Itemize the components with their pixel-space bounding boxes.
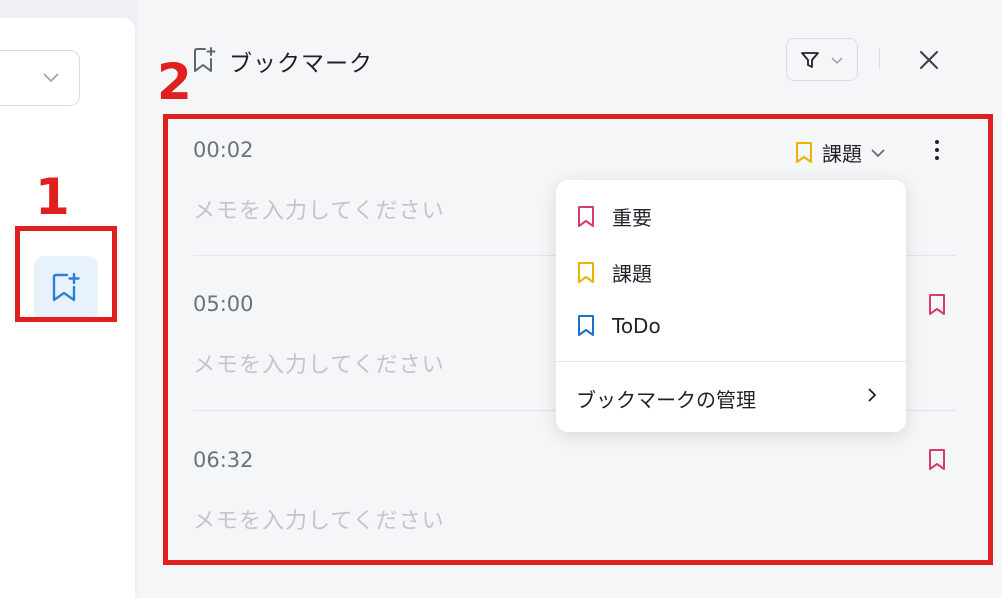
close-icon [920, 51, 938, 69]
annotation-box-2 [163, 114, 993, 565]
annotation-number-1: 1 [35, 168, 70, 226]
left-dropdown[interactable] [0, 50, 80, 106]
filter-button[interactable] [786, 38, 858, 81]
divider [879, 48, 880, 70]
chevron-down-icon [831, 56, 843, 64]
annotation-box-1 [15, 226, 117, 322]
close-button[interactable] [914, 45, 944, 75]
bookmark-add-icon [194, 47, 216, 72]
page-title: ブックマーク [229, 51, 373, 77]
filter-icon [801, 51, 819, 68]
chevron-down-icon [43, 73, 59, 83]
annotation-number-2: 2 [157, 53, 192, 111]
